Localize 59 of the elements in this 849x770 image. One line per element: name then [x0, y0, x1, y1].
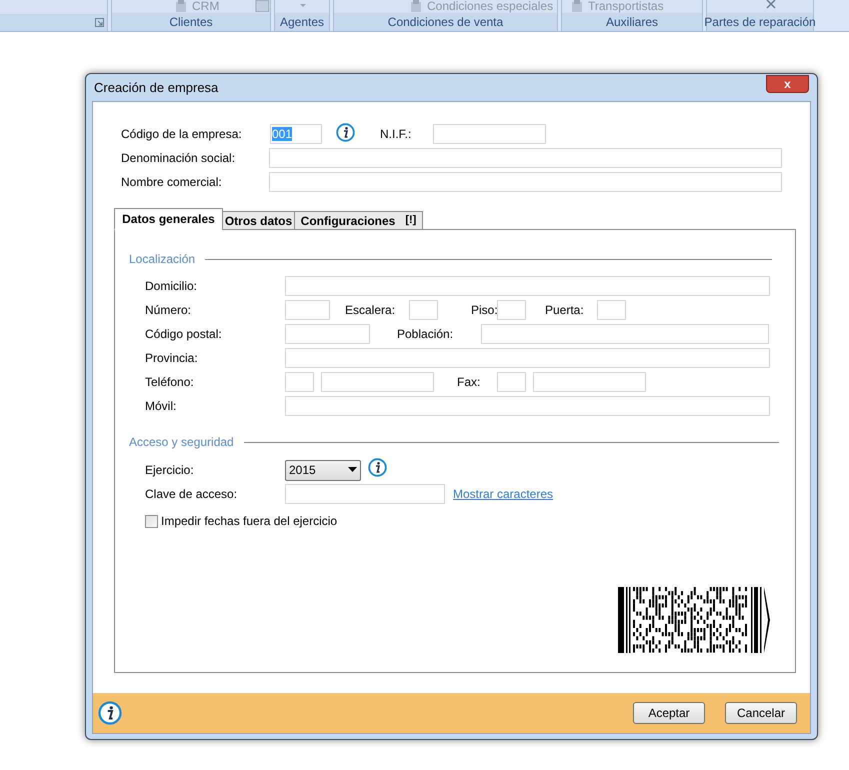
- input-field[interactable]: [481, 324, 769, 344]
- input-field[interactable]: [285, 372, 314, 392]
- section-heading: Acceso y seguridad: [129, 434, 234, 451]
- field-label: Puerta:: [545, 302, 585, 319]
- info-icon: [368, 458, 387, 477]
- info-icon: [98, 701, 122, 725]
- input-field[interactable]: [285, 396, 770, 416]
- dialog-launcher-icon: [95, 18, 104, 27]
- ribbon-group-label: Auxiliares: [606, 14, 658, 31]
- show-characters-link[interactable]: Mostrar caracteres: [453, 485, 554, 503]
- input-field[interactable]: [269, 148, 782, 168]
- field-label: Nombre comercial:: [121, 174, 223, 191]
- input-field[interactable]: [433, 124, 546, 144]
- input-field[interactable]: [285, 348, 770, 368]
- ribbon-group-label: Partes de reparación: [704, 14, 816, 31]
- field-label: Código de la empresa:: [121, 126, 243, 143]
- input-field[interactable]: [597, 300, 626, 320]
- input-field[interactable]: [285, 300, 330, 320]
- field-label: N.I.F.:: [380, 126, 412, 143]
- input-field[interactable]: [321, 372, 434, 392]
- ribbon-group-label: Agentes: [280, 14, 324, 31]
- ribbon-group-label: Clientes: [169, 14, 213, 31]
- field-label: Ejercicio:: [145, 462, 195, 479]
- input-field[interactable]: [497, 300, 526, 320]
- window-title: Creación de empresa: [93, 78, 218, 97]
- field-label: Población:: [397, 326, 454, 343]
- input-field[interactable]: [497, 372, 526, 392]
- checkbox[interactable]: [145, 514, 158, 528]
- field-label: Clave de acceso:: [145, 486, 238, 503]
- tab[interactable]: Configuraciones [!]: [294, 211, 423, 230]
- input-field[interactable]: [285, 276, 770, 296]
- warning-label: [!]: [405, 213, 416, 228]
- field-label: Escalera:: [345, 302, 396, 319]
- dialog-button[interactable]: Aceptar: [633, 702, 705, 724]
- year-dropdown[interactable]: 2015: [285, 460, 361, 480]
- tab[interactable]: Datos generales: [114, 208, 223, 230]
- info-icon: [336, 122, 355, 142]
- field-label: Denominación social:: [121, 150, 236, 167]
- field-label: Móvil:: [145, 398, 178, 415]
- dialog-button[interactable]: Cancelar: [725, 702, 797, 724]
- field-label: Domicilio:: [145, 278, 198, 295]
- input-field[interactable]: [269, 172, 782, 192]
- input-field[interactable]: [285, 324, 370, 344]
- field-label: Provincia:: [145, 350, 199, 367]
- input-field[interactable]: [533, 372, 646, 392]
- field-label: Teléfono:: [145, 374, 195, 391]
- field-label: Piso:: [471, 302, 497, 319]
- password-field[interactable]: [285, 484, 445, 504]
- ribbon-group-label: Condiciones de venta: [388, 14, 504, 31]
- dropdown-arrow-icon: [348, 467, 357, 473]
- tab[interactable]: Otros datos: [222, 211, 295, 230]
- checkbox-label: Impedir fechas fuera del ejercicio: [161, 513, 338, 530]
- section-heading: Localización: [129, 251, 196, 268]
- field-label: Fax:: [457, 374, 482, 391]
- close-button[interactable]: x: [766, 74, 809, 92]
- card-icon: [255, 0, 270, 13]
- field-label: Código postal:: [145, 326, 223, 343]
- field-label: Número:: [145, 302, 192, 319]
- input-field[interactable]: [409, 300, 438, 320]
